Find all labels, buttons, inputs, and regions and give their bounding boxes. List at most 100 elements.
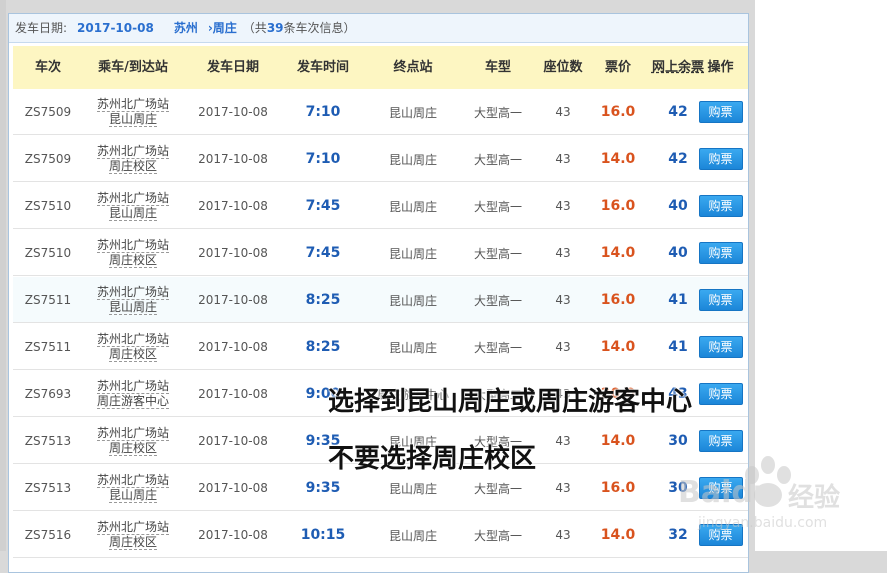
buy-ticket-button[interactable]: 购票 — [698, 289, 743, 311]
station-cell[interactable]: 苏州北广场站 周庄校区 — [83, 230, 183, 276]
arrival-station: 昆山周庄 — [108, 488, 157, 503]
arrival-station: 昆山周庄 — [108, 300, 157, 315]
train-number: ZS7510 — [24, 246, 72, 260]
train-number: ZS7516 — [24, 528, 72, 542]
destination: 昆山周庄 — [388, 152, 437, 167]
annotation-line-1: 选择到昆山周庄或周庄游客中心 — [328, 387, 693, 417]
watermark-brand: Baidu — [678, 475, 775, 510]
train-number: ZS7513 — [24, 481, 72, 495]
table-row[interactable]: ZS7510 苏州北广场站 周庄校区 2017-10-08 7:45 昆山周庄 大型高一 43… — [13, 230, 748, 276]
seat-count: 43 — [555, 434, 571, 448]
train-number: ZS7693 — [24, 387, 72, 401]
action-cell: 购票 — [693, 324, 748, 370]
total-suffix: 条车次信息） — [283, 21, 356, 35]
table-row[interactable]: ZS7511 苏州北广场站 周庄校区 2017-10-08 8:25 昆山周庄 大型高一 43… — [13, 324, 748, 370]
departure-date: 2017-10-08 — [198, 152, 268, 166]
ticket-price: 16.0 — [600, 292, 636, 308]
departure-station: 苏州北广场站 — [96, 191, 169, 206]
departure-time: 7:45 — [305, 198, 341, 214]
table-row[interactable]: ZS7509 苏州北广场站 周庄校区 2017-10-08 7:10 昆山周庄 大型高一 43… — [13, 136, 748, 182]
destination: 昆山周庄 — [388, 528, 437, 543]
seat-count: 43 — [555, 340, 571, 354]
ticket-price: 14.0 — [600, 151, 636, 167]
departure-station: 苏州北广场站 — [96, 144, 169, 159]
destination: 昆山周庄 — [388, 293, 437, 308]
buy-ticket-button[interactable]: 购票 — [698, 336, 743, 358]
col-time[interactable]: 发车时间 — [283, 46, 363, 89]
departure-date: 2017-10-08 — [198, 528, 268, 542]
departure-time: 10:15 — [300, 527, 346, 543]
buy-ticket-button[interactable]: 购票 — [698, 430, 743, 452]
destination: 昆山周庄 — [388, 105, 437, 120]
action-cell: 购票 — [693, 277, 748, 323]
seat-count: 43 — [555, 152, 571, 166]
arrival-station: 周庄校区 — [108, 159, 157, 174]
selected-date: 2017-10-08 — [77, 21, 154, 35]
ticket-price: 14.0 — [600, 245, 636, 261]
arrival-station: 周庄游客中心 — [96, 394, 169, 409]
col-destination[interactable]: 终点站 — [363, 46, 463, 89]
ticket-price: 16.0 — [600, 104, 636, 120]
departure-station: 苏州北广场站 — [96, 285, 169, 300]
seat-count: 43 — [555, 293, 571, 307]
arrival-station: 周庄校区 — [108, 347, 157, 362]
departure-date: 2017-10-08 — [198, 293, 268, 307]
col-date[interactable]: 发车日期 — [183, 46, 283, 89]
action-cell: 购票 — [693, 371, 748, 417]
destination: 昆山周庄 — [388, 199, 437, 214]
action-cell: 购票 — [693, 230, 748, 276]
action-cell: 购票 — [693, 183, 748, 229]
station-cell[interactable]: 苏州北广场站 周庄校区 — [83, 136, 183, 182]
buy-ticket-button[interactable]: 购票 — [698, 242, 743, 264]
train-number: ZS7511 — [24, 340, 72, 354]
station-cell[interactable]: 苏州北广场站 周庄校区 — [83, 512, 183, 558]
table-row[interactable]: ZS7511 苏州北广场站 昆山周庄 2017-10-08 8:25 昆山周庄 大型高一 43… — [13, 277, 748, 323]
departure-station: 苏州北广场站 — [96, 332, 169, 347]
station-cell[interactable]: 苏州北广场站 昆山周庄 — [83, 183, 183, 229]
table-row[interactable]: ZS7516 苏州北广场站 周庄校区 2017-10-08 10:15 昆山周庄 大型高一 4… — [13, 512, 748, 558]
station-cell[interactable]: 苏州北广场站 昆山周庄 — [83, 277, 183, 323]
arrival-station: 周庄校区 — [108, 441, 157, 456]
departure-station: 苏州北广场站 — [96, 426, 169, 441]
to-city: 周庄 — [212, 21, 237, 35]
col-seats[interactable]: 座位数 — [533, 46, 593, 89]
arrival-station: 昆山周庄 — [108, 206, 157, 221]
station-cell[interactable]: 苏州北广场站 昆山周庄 — [83, 89, 183, 135]
departure-station: 苏州北广场站 — [96, 97, 169, 112]
watermark-name: 经验 — [788, 483, 841, 513]
departure-date: 2017-10-08 — [198, 387, 268, 401]
departure-time: 8:25 — [305, 292, 341, 308]
buy-ticket-button[interactable]: 购票 — [698, 383, 743, 405]
ticket-price: 14.0 — [600, 339, 636, 355]
col-train[interactable]: 车次 — [13, 46, 83, 89]
date-label: 发车日期: — [15, 21, 68, 35]
seat-count: 43 — [555, 199, 571, 213]
station-cell[interactable]: 苏州北广场站 周庄校区 — [83, 324, 183, 370]
arrival-station: 周庄校区 — [108, 535, 157, 550]
table-header: 车次 乘车/到达站 发车日期 发车时间 终点站 车型 座位数 票价 网上余票 操… — [13, 46, 748, 89]
departure-date: 2017-10-08 — [198, 434, 268, 448]
total-prefix: （共 — [242, 21, 267, 35]
table-row[interactable]: ZS7509 苏州北广场站 昆山周庄 2017-10-08 7:10 昆山周庄 大型高一 43… — [13, 89, 748, 135]
station-cell[interactable]: 苏州北广场站 周庄校区 — [83, 418, 183, 464]
action-cell: 购票 — [693, 89, 748, 135]
buy-ticket-button[interactable]: 购票 — [698, 148, 743, 170]
col-bus-type[interactable]: 车型 — [463, 46, 533, 89]
col-action: 操作 — [707, 60, 734, 75]
departure-date: 2017-10-08 — [198, 340, 268, 354]
bus-type: 大型高一 — [473, 246, 522, 261]
departure-time: 7:10 — [305, 151, 341, 167]
departure-date: 2017-10-08 — [198, 199, 268, 213]
buy-ticket-button[interactable]: 购票 — [698, 195, 743, 217]
col-price[interactable]: 票价 — [593, 46, 643, 89]
table-row[interactable]: ZS7510 苏州北广场站 昆山周庄 2017-10-08 7:45 昆山周庄 大型高一 43… — [13, 183, 748, 229]
ticket-price: 16.0 — [600, 480, 636, 496]
watermark-url: jingyan.baidu.com — [698, 515, 828, 531]
ticket-price: 16.0 — [600, 198, 636, 214]
ticket-price: 14.0 — [600, 527, 636, 543]
buy-ticket-button[interactable]: 购票 — [698, 101, 743, 123]
station-cell[interactable]: 苏州北广场站 昆山周庄 — [83, 465, 183, 511]
col-station[interactable]: 乘车/到达站 — [83, 46, 183, 89]
total-count: 39 — [266, 21, 284, 35]
station-cell[interactable]: 苏州北广场站 周庄游客中心 — [83, 371, 183, 417]
